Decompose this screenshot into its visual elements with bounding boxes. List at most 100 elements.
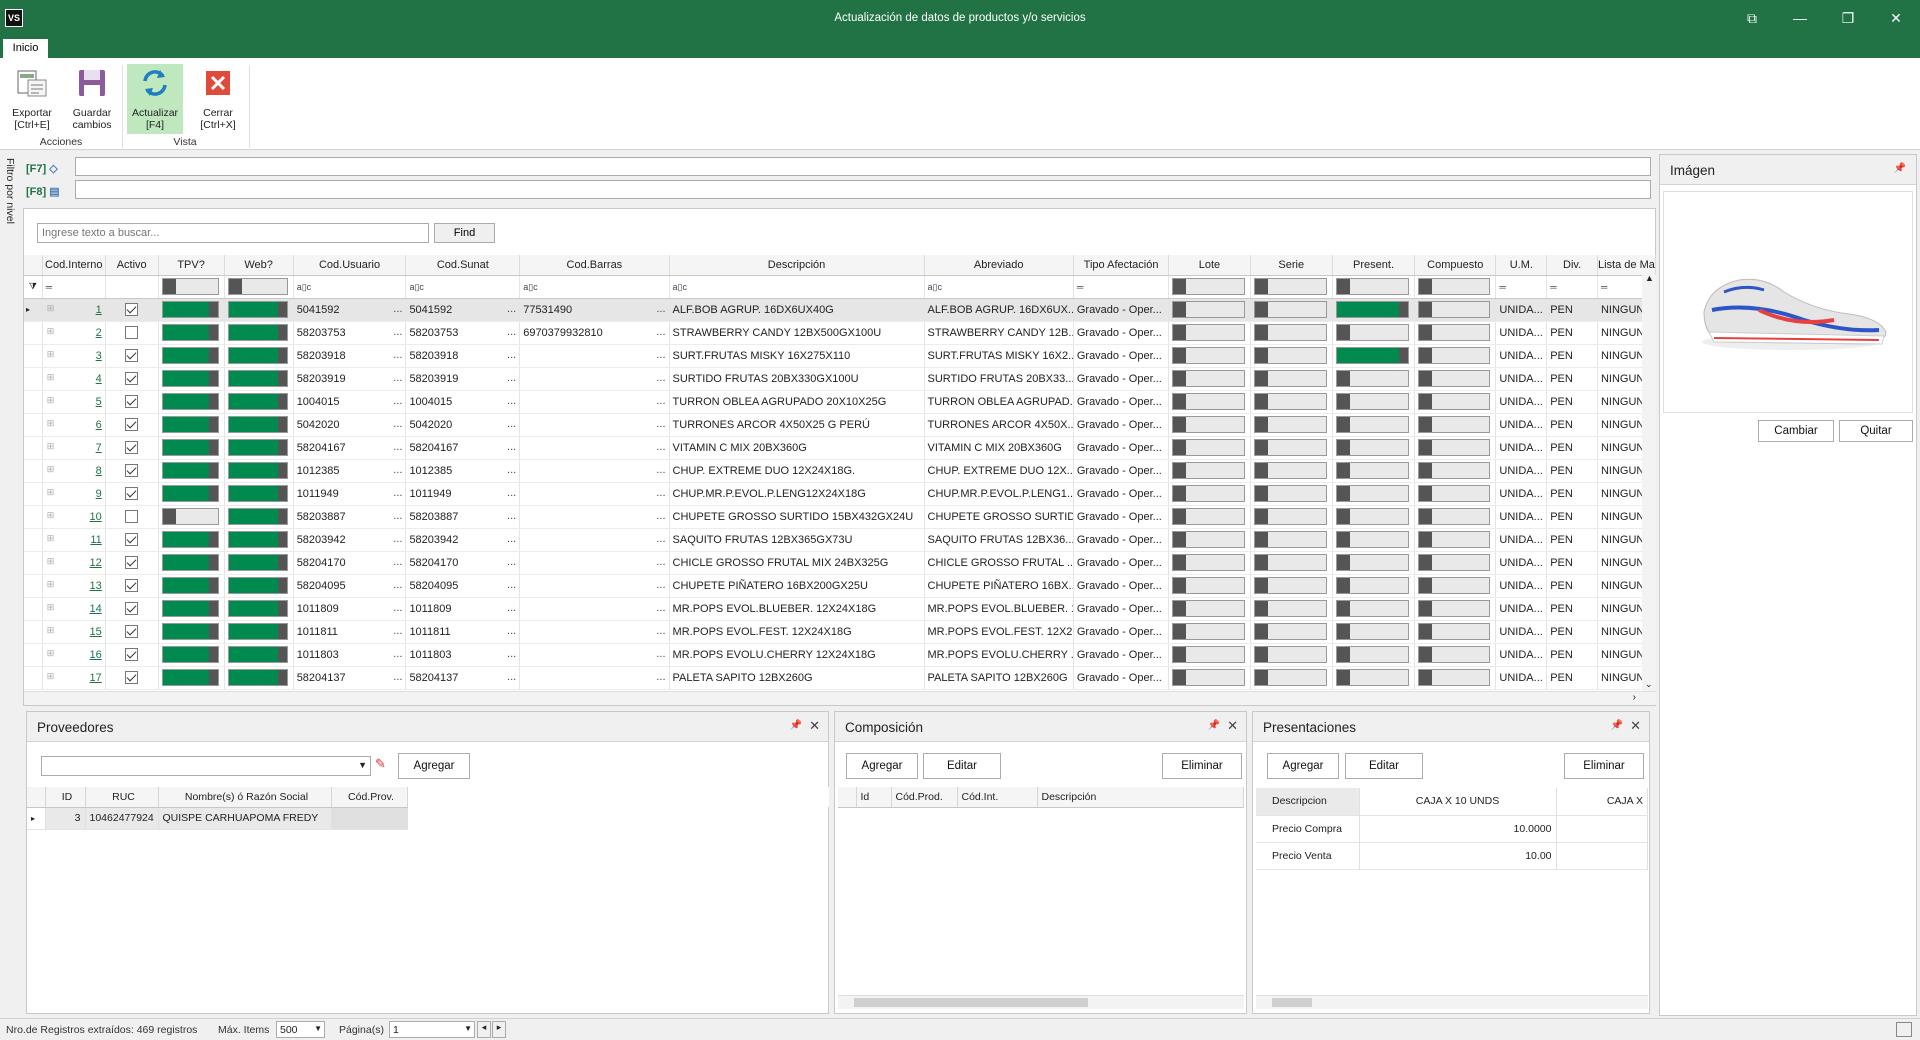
um-cell[interactable]: UNIDA... (1495, 390, 1548, 414)
present-toggle[interactable] (1332, 298, 1416, 322)
tpv-toggle[interactable] (158, 597, 225, 621)
descripcion-cell[interactable]: MR.POPS EVOL.BLUEBER. 12X24X18G (669, 597, 925, 621)
cod-usuario-cell[interactable]: 1012385... (293, 459, 407, 483)
descripcion-cell[interactable]: TURRON OBLEA AGRUPADO 20X10X25G (669, 390, 925, 414)
web-toggle[interactable] (224, 436, 294, 460)
tipo-afectacion-cell[interactable]: Gravado - Oper... (1073, 413, 1170, 437)
present-toggle[interactable] (1332, 643, 1416, 667)
div-cell[interactable]: PEN (1546, 574, 1598, 598)
filter-cell[interactable]: ═ (1546, 275, 1598, 299)
compuesto-toggle[interactable] (1414, 344, 1497, 368)
table-row[interactable]: ⊞ 6 5042020... 5042020...... TURRONES ARCOR … (24, 413, 1657, 437)
cod-sunat-cell[interactable]: 58204167... (405, 436, 521, 460)
table-row[interactable]: ⊞ 8 1012385... 1012385...... CHUP. EXTREME D… (24, 459, 1657, 483)
cod-usuario-cell[interactable]: 5042020... (293, 413, 407, 437)
tpv-toggle[interactable] (158, 459, 225, 483)
present-toggle[interactable] (1332, 321, 1416, 345)
cod-barras-cell[interactable]: ... (519, 505, 670, 529)
web-toggle[interactable] (224, 505, 294, 529)
serie-toggle[interactable] (1250, 574, 1333, 598)
tpv-toggle[interactable] (158, 574, 225, 598)
tipo-afectacion-cell[interactable]: Gravado - Oper... (1073, 321, 1170, 345)
abreviado-cell[interactable]: MR.POPS EVOL.FEST. 12X2... (924, 620, 1074, 644)
serie-toggle[interactable] (1250, 413, 1333, 437)
tab-inicio[interactable]: Inicio (3, 39, 48, 58)
table-row[interactable]: ⊞ 5 1004015... 1004015...... TURRON OBLEA AG… (24, 390, 1657, 414)
tpv-toggle[interactable] (158, 390, 225, 414)
page-select[interactable]: 1 ▼ (389, 1021, 475, 1038)
max-items-select[interactable]: 500 ▼ (276, 1021, 325, 1038)
cod-barras-cell[interactable]: ... (519, 413, 670, 437)
serie-toggle[interactable] (1250, 666, 1333, 690)
abreviado-cell[interactable]: CHUP.MR.P.EVOL.P.LENG1... (924, 482, 1074, 506)
table-row[interactable]: ⊞ 16 1011803... 1011803...... MR.POPS EVOLU.… (24, 643, 1657, 667)
tpv-toggle[interactable] (158, 482, 225, 506)
tpv-toggle[interactable] (158, 367, 225, 391)
um-cell[interactable]: UNIDA... (1495, 436, 1548, 460)
cod-usuario-cell[interactable]: 5041592... (293, 298, 407, 322)
table-row[interactable]: ⊞ 12 58204170... 58204170...... CHICLE GROSS… (24, 551, 1657, 575)
compuesto-toggle[interactable] (1414, 597, 1497, 621)
lote-toggle[interactable] (1168, 413, 1251, 437)
div-cell[interactable]: PEN (1546, 321, 1598, 345)
cod-sunat-cell[interactable]: 1011809... (405, 597, 521, 621)
delete-composition-button[interactable]: Eliminar (1162, 753, 1242, 779)
lote-toggle[interactable] (1168, 597, 1251, 621)
tpv-toggle[interactable] (158, 620, 225, 644)
um-cell[interactable]: UNIDA... (1495, 413, 1548, 437)
descripcion-cell[interactable]: CHUP. EXTREME DUO 12X24X18G. (669, 459, 925, 483)
lote-toggle[interactable] (1168, 551, 1251, 575)
serie-toggle[interactable] (1250, 367, 1333, 391)
activo-checkbox[interactable] (105, 459, 159, 483)
activo-checkbox[interactable] (105, 321, 159, 345)
descripcion-cell[interactable]: SURT.FRUTAS MISKY 16X275X110 (669, 344, 925, 368)
activo-checkbox[interactable] (105, 643, 159, 667)
lote-toggle[interactable] (1168, 643, 1251, 667)
abreviado-cell[interactable]: SAQUITO FRUTAS 12BX36... (924, 528, 1074, 552)
tipo-afectacion-cell[interactable]: Gravado - Oper... (1073, 597, 1170, 621)
compuesto-toggle[interactable] (1414, 482, 1497, 506)
lote-toggle[interactable] (1168, 459, 1251, 483)
present-toggle[interactable] (1332, 482, 1416, 506)
filter-cell[interactable] (1250, 275, 1333, 299)
remove-image-button[interactable]: Quitar (1839, 420, 1913, 442)
um-cell[interactable]: UNIDA... (1495, 574, 1548, 598)
web-toggle[interactable] (224, 459, 294, 483)
column-header[interactable]: Cod.Usuario (293, 255, 407, 276)
div-cell[interactable]: PEN (1546, 367, 1598, 391)
activo-checkbox[interactable] (105, 574, 159, 598)
um-cell[interactable]: UNIDA... (1495, 666, 1548, 690)
div-cell[interactable]: PEN (1546, 643, 1598, 667)
present-toggle[interactable] (1332, 436, 1416, 460)
div-cell[interactable]: PEN (1546, 436, 1598, 460)
lote-toggle[interactable] (1168, 666, 1251, 690)
cod-interno-cell[interactable]: ⊞ 16 (42, 643, 106, 667)
cod-barras-cell[interactable]: ... (519, 551, 670, 575)
web-toggle[interactable] (224, 574, 294, 598)
compuesto-toggle[interactable] (1414, 436, 1497, 460)
change-image-button[interactable]: Cambiar (1758, 420, 1834, 442)
abreviado-cell[interactable]: PALETA SAPITO 12BX260G (924, 666, 1074, 690)
tipo-afectacion-cell[interactable]: Gravado - Oper... (1073, 459, 1170, 483)
compuesto-toggle[interactable] (1414, 551, 1497, 575)
cod-usuario-cell[interactable]: 58204137... (293, 666, 407, 690)
cod-barras-cell[interactable]: ... (519, 666, 670, 690)
cod-barras-cell[interactable]: ... (519, 459, 670, 483)
table-row[interactable]: ⊞ 9 1011949... 1011949...... CHUP.MR.P.EVOL.… (24, 482, 1657, 506)
add-supplier-button[interactable]: Agregar (398, 753, 470, 779)
table-row[interactable]: ▸ ⊞ 1 5041592... 5041592... 77531490... ALF.BO… (24, 298, 1657, 322)
column-header[interactable]: Cod.Barras (519, 255, 670, 276)
compuesto-toggle[interactable] (1414, 298, 1497, 322)
div-cell[interactable]: PEN (1546, 597, 1598, 621)
serie-toggle[interactable] (1250, 390, 1333, 414)
tpv-toggle[interactable] (158, 413, 225, 437)
cod-sunat-cell[interactable]: 1011949... (405, 482, 521, 506)
column-header[interactable]: Activo (105, 255, 159, 276)
um-cell[interactable]: UNIDA... (1495, 298, 1548, 322)
tipo-afectacion-cell[interactable]: Gravado - Oper... (1073, 574, 1170, 598)
lote-toggle[interactable] (1168, 482, 1251, 506)
um-cell[interactable]: UNIDA... (1495, 367, 1548, 391)
filter-cell[interactable] (1414, 275, 1497, 299)
abreviado-cell[interactable]: CHUPETE PIÑATERO 16BX... (924, 574, 1074, 598)
um-cell[interactable]: UNIDA... (1495, 597, 1548, 621)
